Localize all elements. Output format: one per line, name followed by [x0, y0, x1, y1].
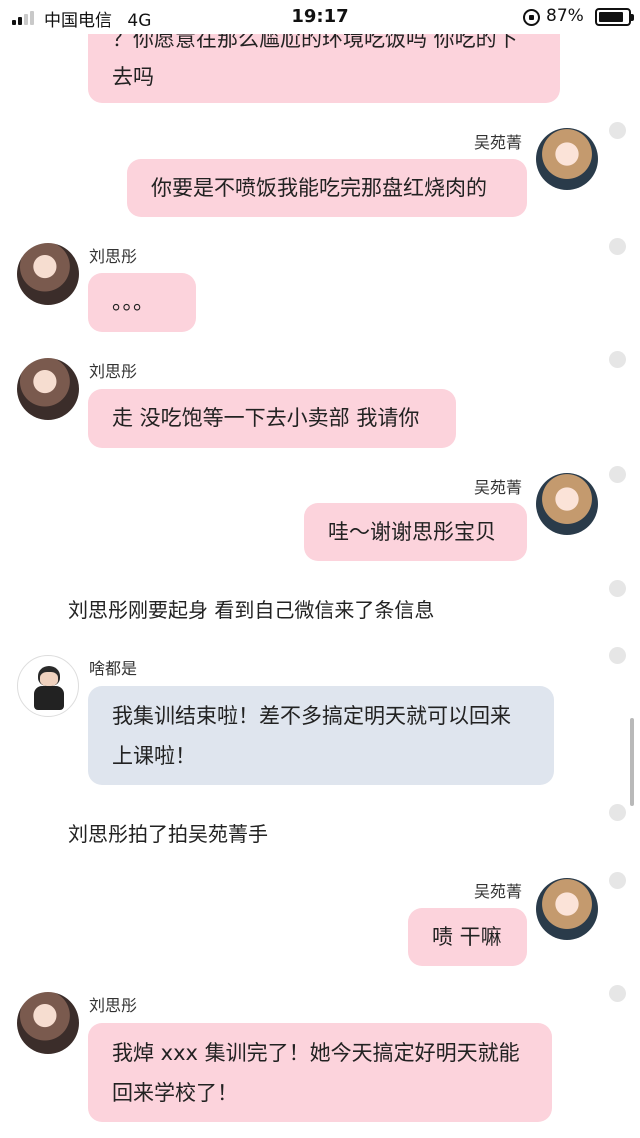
sender-name: 刘思彤 — [89, 996, 138, 1015]
message-bubble[interactable]: 你要是不喷饭我能吃完那盘红烧肉的 — [127, 159, 527, 217]
select-circle[interactable] — [609, 122, 626, 139]
select-circle[interactable] — [609, 580, 626, 597]
avatar[interactable] — [17, 655, 79, 717]
message-text: 。。。 — [112, 290, 154, 314]
sender-name: 啥都是 — [89, 659, 138, 678]
message-bubble[interactable]: 我集训结束啦！差不多搞定明天就可以回来 上课啦！ — [88, 686, 554, 785]
clock: 19:17 — [291, 6, 349, 27]
message-bubble[interactable]: 。。。 — [88, 273, 196, 332]
message-bubble[interactable]: 哇～谢谢思彤宝贝 — [304, 503, 527, 561]
message-text-line: 去吗 — [112, 65, 154, 89]
avatar[interactable] — [17, 358, 79, 420]
avatar[interactable] — [536, 878, 598, 940]
avatar[interactable] — [17, 992, 79, 1054]
select-circle[interactable] — [609, 351, 626, 368]
select-circle[interactable] — [609, 985, 626, 1002]
select-circle[interactable] — [609, 466, 626, 483]
scrollbar[interactable] — [630, 718, 634, 806]
sender-name: 吴苑菁 — [474, 478, 523, 497]
avatar[interactable] — [536, 473, 598, 535]
sender-name: 吴苑菁 — [474, 133, 523, 152]
select-circle[interactable] — [609, 872, 626, 889]
sender-name: 刘思彤 — [89, 247, 138, 266]
battery-icon — [595, 8, 634, 26]
message-bubble[interactable]: 走 没吃饱等一下去小卖部 我请你 — [88, 389, 456, 448]
status-bar: 中国电信 4G 19:17 87% — [0, 0, 640, 34]
message-bubble[interactable]: 我焯 xxx 集训完了！她今天搞定好明天就能 回来学校了！ — [88, 1023, 552, 1122]
battery-fill — [599, 12, 623, 22]
message-text: 你要是不喷饭我能吃完那盘红烧肉的 — [151, 176, 487, 200]
narration-text: 刘思彤拍了拍吴苑菁手 — [68, 822, 268, 846]
orientation-lock-icon — [523, 9, 540, 26]
battery-percent: 87% — [546, 6, 584, 26]
message-text-line: 我集训结束啦！差不多搞定明天就可以回来 — [112, 704, 511, 728]
message-text-line: 我焯 xxx 集训完了！她今天搞定好明天就能 — [112, 1041, 520, 1065]
message-text-line: 回来学校了！ — [112, 1081, 238, 1105]
avatar-figure-face — [40, 672, 58, 686]
message-text: 哇～谢谢思彤宝贝 — [328, 520, 496, 544]
sender-name: 吴苑菁 — [474, 882, 523, 901]
chat-area[interactable]: ？你愿意在那么尴尬的环境吃饭吗 你吃的下 去吗 吴苑菁 你要是不喷饭我能吃完那盘… — [0, 0, 640, 1138]
avatar[interactable] — [17, 243, 79, 305]
message-text: 啧 干嘛 — [432, 925, 502, 949]
message-text-line: 上课啦！ — [112, 744, 196, 768]
message-bubble[interactable]: 啧 干嘛 — [408, 908, 527, 966]
select-circle[interactable] — [609, 647, 626, 664]
avatar-figure-body — [34, 686, 64, 710]
avatar[interactable] — [536, 128, 598, 190]
message-text: 走 没吃饱等一下去小卖部 我请你 — [112, 406, 420, 430]
narration-text: 刘思彤刚要起身 看到自己微信来了条信息 — [68, 598, 435, 622]
select-circle[interactable] — [609, 804, 626, 821]
select-circle[interactable] — [609, 238, 626, 255]
sender-name: 刘思彤 — [89, 362, 138, 381]
